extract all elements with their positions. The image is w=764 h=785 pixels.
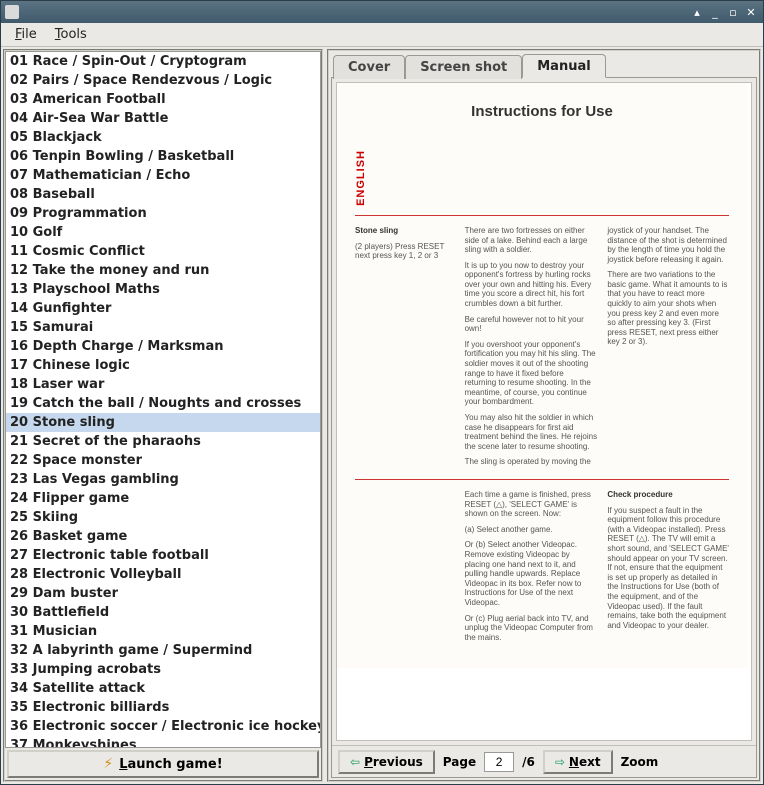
manual-text: There are two variations to the basic ga… xyxy=(607,270,729,347)
game-list-item[interactable]: 10 Golf xyxy=(6,223,320,242)
game-list-wrap: 01 Race / Spin-Out / Cryptogram02 Pairs … xyxy=(5,51,321,748)
manual-text: Or (c) Plug aerial back into TV, and unp… xyxy=(465,614,598,643)
manual-title: Instructions for Use xyxy=(355,103,729,120)
manual-viewport[interactable]: Instructions for Use ENGLISH Stone sling… xyxy=(336,82,752,741)
game-sub: (2 players) Press RESET next press key 1… xyxy=(355,242,455,261)
manual-text: There are two fortresses on either side … xyxy=(465,226,598,255)
game-list-item[interactable]: 01 Race / Spin-Out / Cryptogram xyxy=(6,52,320,71)
game-list-item[interactable]: 07 Mathematician / Echo xyxy=(6,166,320,185)
next-button[interactable]: ⇨ Next xyxy=(543,750,613,774)
manual-text: You may also hit the soldier in which ca… xyxy=(465,413,598,451)
tab-content: Instructions for Use ENGLISH Stone sling… xyxy=(331,77,757,778)
manual-text: Each time a game is finished, press RESE… xyxy=(465,490,598,519)
manual-text: It is up to you now to destroy your oppo… xyxy=(465,261,598,309)
game-list-item[interactable]: 08 Baseball xyxy=(6,185,320,204)
game-list-item[interactable]: 04 Air-Sea War Battle xyxy=(6,109,320,128)
minimize-button[interactable]: _ xyxy=(707,5,723,19)
game-list-item[interactable]: 17 Chinese logic xyxy=(6,356,320,375)
zoom-label: Zoom xyxy=(621,755,659,769)
tab-strip: Cover Screen shot Manual xyxy=(329,51,759,77)
game-list-item[interactable]: 06 Tenpin Bowling / Basketball xyxy=(6,147,320,166)
game-list-item[interactable]: 30 Battlefield xyxy=(6,603,320,622)
game-list-item[interactable]: 24 Flipper game xyxy=(6,489,320,508)
manual-text: If you overshoot your opponent's fortifi… xyxy=(465,340,598,407)
game-list-item[interactable]: 21 Secret of the pharaohs xyxy=(6,432,320,451)
game-list-item[interactable]: 29 Dam buster xyxy=(6,584,320,603)
manual-text: (a) Select another game. xyxy=(465,525,598,535)
game-list-item[interactable]: 25 Skiing xyxy=(6,508,320,527)
manual-text: Or (b) Select another Videopac. Remove e… xyxy=(465,540,598,607)
menu-tools[interactable]: Tools xyxy=(47,25,95,44)
english-label: ENGLISH xyxy=(355,150,367,206)
game-list-item[interactable]: 12 Take the money and run xyxy=(6,261,320,280)
rollup-button[interactable]: ▴ xyxy=(689,5,705,19)
game-list-item[interactable]: 31 Musician xyxy=(6,622,320,641)
game-list-item[interactable]: 28 Electronic Volleyball xyxy=(6,565,320,584)
tab-screenshot[interactable]: Screen shot xyxy=(405,55,522,79)
game-list-item[interactable]: 14 Gunfighter xyxy=(6,299,320,318)
game-list-item[interactable]: 35 Electronic billiards xyxy=(6,698,320,717)
game-list-item[interactable]: 27 Electronic table football xyxy=(6,546,320,565)
right-panel: Cover Screen shot Manual Instructions fo… xyxy=(327,49,761,782)
game-list-item[interactable]: 15 Samurai xyxy=(6,318,320,337)
launch-button[interactable]: ⚡ Launch game! xyxy=(7,750,319,778)
launch-label: aunch game! xyxy=(128,757,223,772)
tab-cover[interactable]: Cover xyxy=(333,55,405,79)
game-list-item[interactable]: 36 Electronic soccer / Electronic ice ho… xyxy=(6,717,320,736)
check-heading: Check procedure xyxy=(607,490,672,499)
game-list-item[interactable]: 13 Playschool Maths xyxy=(6,280,320,299)
prev-button[interactable]: ⇦ Previous xyxy=(338,750,435,774)
tab-manual[interactable]: Manual xyxy=(522,54,605,78)
game-list[interactable]: 01 Race / Spin-Out / Cryptogram02 Pairs … xyxy=(6,52,320,747)
game-list-item[interactable]: 33 Jumping acrobats xyxy=(6,660,320,679)
app-icon xyxy=(5,5,19,19)
game-list-item[interactable]: 22 Space monster xyxy=(6,451,320,470)
arrow-left-icon: ⇦ xyxy=(350,755,360,769)
game-list-item[interactable]: 11 Cosmic Conflict xyxy=(6,242,320,261)
game-list-item[interactable]: 19 Catch the ball / Noughts and crosses xyxy=(6,394,320,413)
page-total: /6 xyxy=(522,755,535,769)
game-list-item[interactable]: 26 Basket game xyxy=(6,527,320,546)
game-list-item[interactable]: 18 Laser war xyxy=(6,375,320,394)
manual-page: Instructions for Use ENGLISH Stone sling… xyxy=(337,83,747,668)
content-area: 01 Race / Spin-Out / Cryptogram02 Pairs … xyxy=(1,47,763,784)
game-list-item[interactable]: 02 Pairs / Space Rendezvous / Logic xyxy=(6,71,320,90)
page-label: Page xyxy=(443,755,476,769)
arrow-right-icon: ⇨ xyxy=(555,755,565,769)
game-heading: Stone sling xyxy=(355,226,398,235)
game-list-item[interactable]: 20 Stone sling xyxy=(6,413,320,432)
game-list-item[interactable]: 34 Satellite attack xyxy=(6,679,320,698)
menubar: File Tools xyxy=(1,23,763,47)
menu-file[interactable]: File xyxy=(7,25,45,44)
app-window: ▴ _ ▫ ✕ File Tools 01 Race / Spin-Out / … xyxy=(0,0,764,785)
divider xyxy=(355,215,729,216)
game-list-item[interactable]: 03 American Football xyxy=(6,90,320,109)
manual-text: If you suspect a fault in the equipment … xyxy=(607,506,729,631)
game-list-item[interactable]: 32 A labyrinth game / Supermind xyxy=(6,641,320,660)
pager-bar: ⇦ Previous Page /6 ⇨ Next Zoom xyxy=(332,745,756,777)
divider xyxy=(355,479,729,480)
left-panel: 01 Race / Spin-Out / Cryptogram02 Pairs … xyxy=(3,49,323,782)
game-list-item[interactable]: 23 Las Vegas gambling xyxy=(6,470,320,489)
maximize-button[interactable]: ▫ xyxy=(725,5,741,19)
titlebar: ▴ _ ▫ ✕ xyxy=(1,1,763,23)
manual-text: Be careful however not to hit your own! xyxy=(465,315,598,334)
close-button[interactable]: ✕ xyxy=(743,5,759,19)
game-list-item[interactable]: 37 Monkeyshines xyxy=(6,736,320,747)
lightning-icon: ⚡ xyxy=(103,756,113,772)
game-list-item[interactable]: 05 Blackjack xyxy=(6,128,320,147)
manual-text: The sling is operated by moving the xyxy=(465,457,598,467)
game-list-item[interactable]: 09 Programmation xyxy=(6,204,320,223)
game-list-item[interactable]: 16 Depth Charge / Marksman xyxy=(6,337,320,356)
page-input[interactable] xyxy=(484,752,514,772)
manual-text: joystick of your handset. The distance o… xyxy=(607,226,729,264)
